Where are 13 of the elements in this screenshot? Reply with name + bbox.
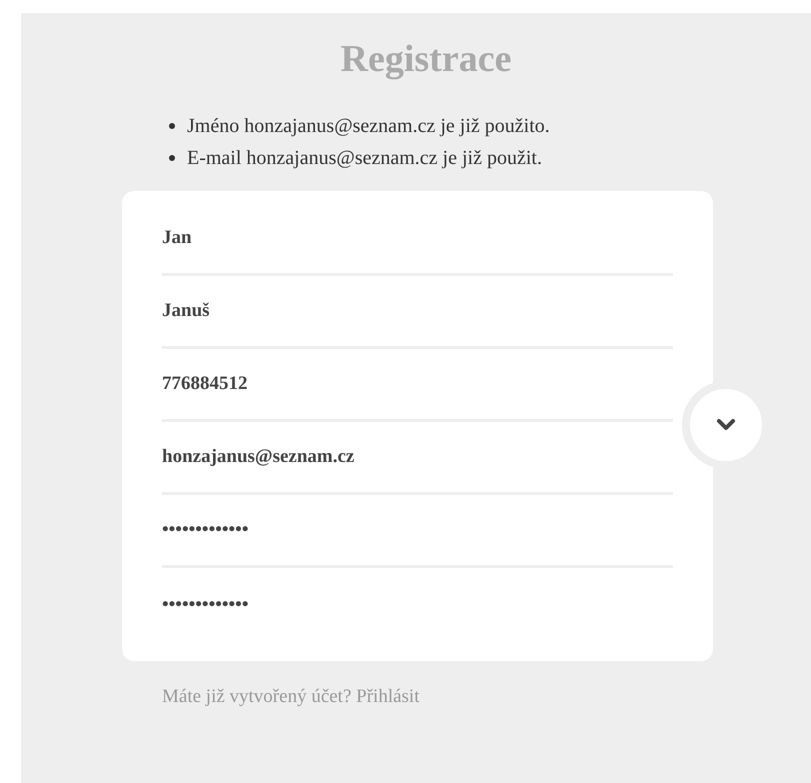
input-field[interactable]: Januš xyxy=(162,276,673,349)
input-field[interactable]: honzajanus@seznam.cz xyxy=(162,422,673,495)
bullet-icon xyxy=(169,155,175,161)
footer-text: Máte již vytvořený účet? xyxy=(162,686,352,707)
bullet-icon xyxy=(169,123,175,129)
chevron-down-icon xyxy=(717,419,735,431)
input-field[interactable]: ••••••••••••• xyxy=(162,568,673,641)
page-title: Registrace xyxy=(340,37,512,82)
input-field[interactable]: 776884512 xyxy=(162,349,673,422)
input-field[interactable]: ••••••••••••• xyxy=(162,495,673,568)
input-field[interactable]: Jan xyxy=(162,203,673,276)
error-message: Jméno honzajanus@seznam.cz je již použito. xyxy=(187,114,550,139)
error-message: E-mail honzajanus@seznam.cz je již použit. xyxy=(187,146,542,171)
